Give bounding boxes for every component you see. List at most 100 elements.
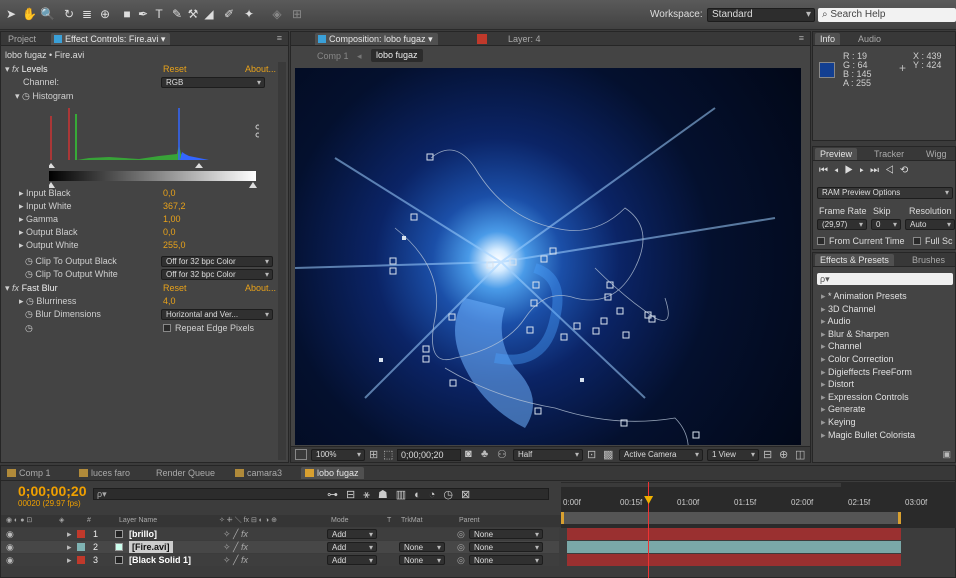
- tab-info[interactable]: Info: [815, 33, 841, 45]
- search-help-input[interactable]: ⌕ Search Help: [818, 8, 956, 22]
- panel-menu-icon[interactable]: ≡: [799, 33, 804, 43]
- repeat-edge-checkbox[interactable]: Repeat Edge Pixels: [163, 322, 254, 334]
- tab-effect-controls[interactable]: Effect Controls: Fire.avi ▾: [51, 33, 171, 45]
- last-frame-icon[interactable]: ⏭: [870, 165, 885, 176]
- channel-select[interactable]: RGB: [161, 77, 265, 88]
- shy-layers-icon[interactable]: ☗: [378, 489, 396, 501]
- zoom-select[interactable]: 100%: [311, 449, 365, 461]
- color-channel-icon[interactable]: ⚇: [497, 448, 507, 461]
- auto-keyframe-icon[interactable]: ⊠: [461, 489, 478, 501]
- eye-icon[interactable]: ◉: [6, 554, 14, 566]
- selection-tool-icon[interactable]: ➤: [4, 6, 18, 22]
- layer-row[interactable]: ◉ ▸ 1 [brillo] ✧ ╱ fx Add ◎ None: [1, 528, 559, 540]
- effects-category-item[interactable]: ▸ Generate: [813, 403, 956, 415]
- layer-parent-select[interactable]: None: [469, 529, 543, 539]
- layer-duration-bar[interactable]: [567, 541, 901, 553]
- layer-name[interactable]: [Fire.avi]: [129, 541, 173, 553]
- layer-switches[interactable]: ✧ ╱ fx: [223, 541, 248, 553]
- blurriness-value[interactable]: 4,0: [163, 295, 176, 307]
- layer-name[interactable]: [brillo]: [129, 528, 157, 540]
- pen-tool-icon[interactable]: ✒: [136, 6, 150, 22]
- col-layer-name[interactable]: Layer Name: [119, 515, 157, 527]
- fast-previews-icon[interactable]: ⊕: [779, 448, 788, 461]
- layer-label-color[interactable]: [77, 530, 85, 538]
- parent-pick-whip-icon[interactable]: ◎: [457, 541, 465, 553]
- histogram-toggle[interactable]: ▾ ◷ Histogram: [15, 90, 73, 102]
- layer-label-color[interactable]: [77, 543, 85, 551]
- current-time-display[interactable]: 0;00;00;20: [18, 483, 87, 499]
- camera-select[interactable]: Active Camera: [619, 449, 703, 461]
- eye-icon[interactable]: ◉: [6, 528, 14, 540]
- param-value[interactable]: 0,0: [163, 187, 176, 199]
- always-preview-icon[interactable]: [295, 449, 307, 460]
- layer-parent-select[interactable]: None: [469, 542, 543, 552]
- skip-select[interactable]: 0: [871, 219, 901, 230]
- frame-rate-select[interactable]: (29,97): [817, 219, 867, 230]
- parent-pick-whip-icon[interactable]: ◎: [457, 554, 465, 566]
- param-output-black[interactable]: ▸ Output Black: [19, 226, 78, 238]
- clip-white-select[interactable]: Off for 32 bpc Color: [161, 269, 273, 280]
- breadcrumb-comp1[interactable]: Comp 1: [317, 50, 349, 62]
- effects-category-item[interactable]: ▸ Color Correction: [813, 353, 956, 365]
- panel-options-icon[interactable]: ▣: [942, 449, 951, 460]
- motion-blur-icon[interactable]: ◐: [414, 489, 429, 501]
- axis-mode-icon[interactable]: ◈: [270, 6, 284, 22]
- fast-blur-reset-link[interactable]: Reset: [163, 282, 187, 294]
- resolution-select[interactable]: Auto: [905, 219, 955, 230]
- work-area-bar[interactable]: [561, 512, 901, 524]
- layer-name[interactable]: [Black Solid 1]: [129, 554, 191, 566]
- effects-search-input[interactable]: ρ▾: [817, 273, 953, 285]
- layer-mode-select[interactable]: Add: [327, 542, 377, 552]
- disclosure-closed-icon[interactable]: ▸: [67, 541, 72, 553]
- fast-blur-effect-header[interactable]: ▾ fx Fast Blur Reset About...: [5, 282, 281, 294]
- layer-mode-select[interactable]: Add: [327, 529, 377, 539]
- tab-effects-presets[interactable]: Effects & Presets: [815, 254, 894, 266]
- ram-preview-options-select[interactable]: RAM Preview Options: [817, 187, 953, 199]
- tab-wiggler[interactable]: Wigg: [921, 148, 952, 160]
- effects-category-item[interactable]: ▸ Blur & Sharpen: [813, 328, 956, 340]
- frame-blending-icon[interactable]: ▥: [396, 489, 414, 501]
- current-time-field[interactable]: 0;00;00;20: [397, 449, 461, 461]
- tab-camara3[interactable]: camara3: [231, 467, 287, 479]
- time-navigator[interactable]: [561, 483, 841, 487]
- tab-composition[interactable]: Composition: lobo fugaz ▾: [315, 33, 438, 45]
- panel-menu-icon[interactable]: ≡: [277, 33, 282, 43]
- hand-tool-icon[interactable]: ✋: [22, 6, 37, 22]
- layer-row[interactable]: ◉ ▸ 2 [Fire.avi] ✧ ╱ fx Add None ◎ None: [1, 541, 559, 553]
- clip-black-select[interactable]: Off for 32 bpc Color: [161, 256, 273, 267]
- effects-category-item[interactable]: ▸ Channel: [813, 340, 956, 352]
- live-update-icon[interactable]: ⊟: [346, 489, 363, 501]
- eraser-tool-icon[interactable]: ◢: [202, 6, 216, 22]
- snapshot-icon[interactable]: ◙: [465, 448, 472, 460]
- effects-category-item[interactable]: ▸ 3D Channel: [813, 303, 956, 315]
- blur-dimensions-select[interactable]: Horizontal and Ver...: [161, 309, 273, 320]
- param-output-white[interactable]: ▸ Output White: [19, 239, 79, 251]
- layer-parent-select[interactable]: None: [469, 555, 543, 565]
- next-frame-icon[interactable]: ▸: [859, 165, 870, 176]
- current-time-indicator[interactable]: [644, 482, 654, 578]
- effects-category-item[interactable]: ▸ Digieffects FreeForm: [813, 366, 956, 378]
- composition-viewer[interactable]: [295, 68, 801, 445]
- tab-project[interactable]: Project: [3, 33, 41, 45]
- clone-stamp-tool-icon[interactable]: ⚒: [186, 6, 200, 22]
- param-input-white[interactable]: ▸ Input White: [19, 200, 72, 212]
- draft-3d-icon[interactable]: ⚹: [363, 489, 378, 501]
- param-input-black[interactable]: ▸ Input Black: [19, 187, 71, 199]
- tab-comp-1[interactable]: Comp 1: [3, 467, 56, 479]
- tab-brushes[interactable]: Brushes: [907, 254, 950, 266]
- audio-icon[interactable]: ◁: [885, 165, 900, 176]
- layer-label-color[interactable]: [77, 556, 85, 564]
- layer-duration-bar[interactable]: [567, 554, 901, 566]
- view-layout-select[interactable]: 1 View: [707, 449, 759, 461]
- transparency-grid-icon[interactable]: ▩: [603, 448, 613, 461]
- show-channel-icon[interactable]: ♣: [481, 448, 488, 460]
- brainstorm-icon[interactable]: ◷: [443, 489, 461, 501]
- param-value[interactable]: 255,0: [163, 239, 186, 251]
- eye-icon[interactable]: ◉: [6, 541, 14, 553]
- fast-blur-about-link[interactable]: About...: [245, 282, 276, 294]
- param-value[interactable]: 1,00: [163, 213, 181, 225]
- toggle-pixel-aspect-icon[interactable]: ⊟: [763, 448, 772, 461]
- layer-switches[interactable]: ✧ ╱ fx: [223, 554, 248, 566]
- effects-category-item[interactable]: ▸ Expression Controls: [813, 391, 956, 403]
- layer-row[interactable]: ◉ ▸ 3 [Black Solid 1] ✧ ╱ fx Add None ◎ None: [1, 554, 559, 566]
